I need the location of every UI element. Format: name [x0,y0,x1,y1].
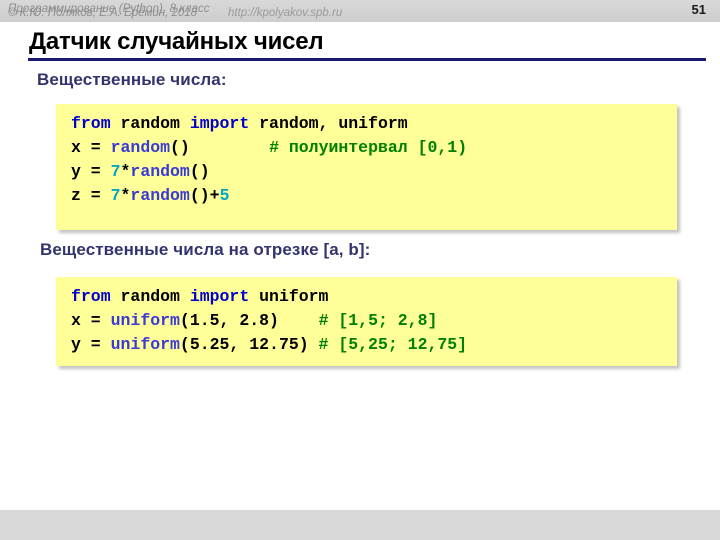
code-token-num: 7 [110,186,121,205]
code-token-fn: random [130,186,190,205]
code-token-plain: z = [71,186,111,205]
code-line: y = uniform(5.25, 12.75) # [5,25; 12,75] [71,333,677,357]
code-token-plain: random [120,287,190,306]
code-token-plain: (1.5, 2.8) [179,311,279,330]
code-token-plain: uniform [259,287,329,306]
code-token-cmt: # полуинтервал [0,1) [269,138,468,157]
subheading-interval: Вещественные числа на отрезке [a, b]: [40,240,371,259]
code-line: z = 7*random()+5 [71,184,677,208]
code-token-num: 7 [110,162,121,181]
footer-copyright: © К.Ю. Поляков, Е.А. Ерёмин, 2018 [8,7,198,19]
subheading-real-numbers: Вещественные числа: [37,70,227,89]
code-token-plain: x = [71,311,111,330]
page-title: Датчик случайных чисел [29,28,324,55]
code-token-plain: random, uniform [259,114,408,133]
code-token-kw: from [71,287,121,306]
code-token-kw: import [189,114,260,133]
code-token-plain: * [120,162,131,181]
footer-band [0,510,720,540]
code-token-plain: () [170,138,190,157]
code-line: from random import uniform [71,285,677,309]
code-token-plain: y = [71,162,111,181]
footer-url[interactable]: http://kpolyakov.spb.ru [228,7,342,19]
code-block-real-numbers: from random import random, uniform x = ra… [56,104,677,230]
code-token-fn: random [130,162,190,181]
page-number: 51 [691,2,706,17]
title-underline-rule [28,58,706,61]
code-token-fn: random [110,138,171,157]
code-token-num: 5 [219,186,230,205]
code-token-plain: y = [71,335,111,354]
code-token-cmt: # [5,25; 12,75] [318,335,468,354]
code-token-plain: ()+ [189,186,220,205]
code-line: from random import random, uniform [71,112,677,136]
code-token-fn: uniform [110,335,180,354]
code-token-plain: (5.25, 12.75) [179,335,319,354]
code-token-plain: * [120,186,131,205]
code-line: y = 7*random() [71,160,677,184]
code-block-interval: from random import uniform x = uniform(1.… [56,277,677,366]
code-line: x = uniform(1.5, 2.8) # [1,5; 2,8] [71,309,677,333]
code-token-plain: x = [71,138,111,157]
code-token-cmt: # [1,5; 2,8] [318,311,438,330]
code-token-kw: import [189,287,260,306]
code-token-plain: random [120,114,190,133]
code-token-fn: uniform [110,311,180,330]
code-token-plain: () [189,162,210,181]
code-line: x = random() # полуинтервал [0,1) [71,136,677,160]
code-token-kw: from [71,114,121,133]
